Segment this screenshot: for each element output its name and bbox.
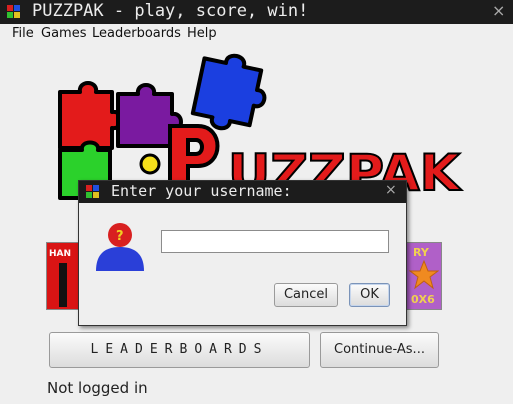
puzzle-piece-icon — [7, 5, 20, 18]
puzzle-piece-icon — [86, 185, 99, 198]
window-close-button[interactable]: × — [492, 1, 505, 20]
user-question-icon: ? — [96, 223, 144, 271]
menu-leaderboards[interactable]: Leaderboards — [92, 26, 181, 41]
cancel-button[interactable]: Cancel — [274, 283, 338, 307]
game-tile-left[interactable]: HAN — [46, 242, 80, 310]
game-tile-left-label: HAN — [49, 249, 72, 259]
menu-file[interactable]: File — [12, 26, 34, 41]
menu-help[interactable]: Help — [187, 26, 217, 41]
ok-button[interactable]: OK — [349, 283, 390, 307]
dialog-close-button[interactable]: × — [385, 182, 397, 198]
username-dialog: Enter your username: × ? Cancel OK — [78, 180, 407, 326]
puzzpak-logo: UZZPAK — [58, 53, 463, 200]
window-title: PUZZPAK - play, score, win! — [32, 1, 309, 21]
svg-text:?: ? — [116, 229, 124, 244]
game-tile-right-label-top: RY — [413, 246, 429, 259]
star-icon — [409, 260, 439, 290]
window-title-bar: PUZZPAK - play, score, win! × — [0, 0, 513, 24]
continue-as-button[interactable]: Continue-As... — [320, 332, 439, 368]
game-tile-right[interactable]: RY 0X6 — [404, 242, 442, 310]
game-tile-right-label-bottom: 0X6 — [411, 293, 435, 306]
login-status: Not logged in — [47, 379, 148, 397]
menu-games[interactable]: Games — [41, 26, 86, 41]
game-tile-left-graphic — [59, 263, 67, 307]
menu-bar: File Games Leaderboards Help — [0, 24, 513, 44]
leaderboards-button[interactable]: LEADERBOARDS — [49, 332, 310, 368]
dialog-title: Enter your username: — [111, 182, 292, 200]
dialog-title-bar: Enter your username: × — [79, 181, 406, 203]
username-input[interactable] — [161, 230, 389, 253]
